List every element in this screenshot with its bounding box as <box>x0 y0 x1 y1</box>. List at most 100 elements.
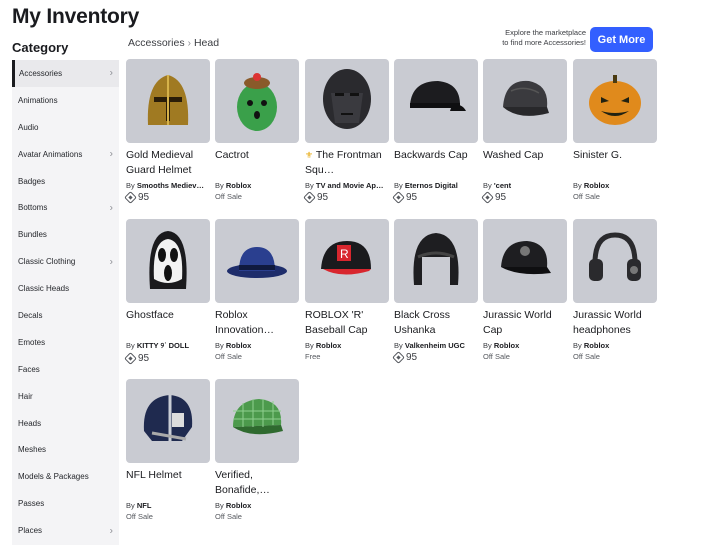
creator-name[interactable]: NFL <box>137 501 152 510</box>
price-value: 95 <box>138 192 150 203</box>
by-label: By <box>215 501 224 510</box>
creator-name[interactable]: 'cent <box>494 181 511 190</box>
item-thumbnail[interactable] <box>305 59 389 143</box>
sidebar-item-places[interactable]: Places › <box>12 517 119 544</box>
sidebar-item-label: Badges <box>18 176 46 186</box>
item-name-text: Backwards Cap <box>394 149 468 161</box>
item-card[interactable]: NFL Helmet By NFL Off Sale <box>126 379 210 521</box>
headphones-icon <box>579 223 651 300</box>
sidebar-item-hair[interactable]: Hair <box>12 383 119 410</box>
item-thumbnail[interactable] <box>394 219 478 303</box>
creator-name[interactable]: Roblox <box>316 341 341 350</box>
sidebar-item-heads[interactable]: Heads <box>12 410 119 437</box>
item-card[interactable]: ⚜ The Frontman Squ… By TV and Movie Ap… 95 <box>303 59 389 204</box>
item-thumbnail[interactable] <box>573 59 657 143</box>
chevron-right-icon: › <box>109 202 113 214</box>
sidebar-item-faces[interactable]: Faces <box>12 356 119 383</box>
item-card[interactable]: Jurassic World headphones By Roblox Off Sa… <box>573 219 657 361</box>
item-name[interactable]: Backwards Cap <box>394 148 478 178</box>
breadcrumb-accessories[interactable]: Accessories <box>128 37 185 49</box>
by-label: By <box>573 341 582 350</box>
item-card[interactable]: R ROBLOX 'R' Baseball Cap By Roblox Free <box>305 219 389 361</box>
item-card[interactable]: Gold Medieval Guard Helmet By Smooths Med… <box>124 59 210 204</box>
item-card[interactable]: Roblox Innovation… By Roblox Off Sale <box>215 219 299 361</box>
item-thumbnail[interactable] <box>483 219 567 303</box>
promo-line-2: to find more Accessories! <box>502 38 586 47</box>
item-name[interactable]: Washed Cap <box>483 148 567 178</box>
backwards-cap-icon <box>400 63 472 140</box>
creator-name[interactable]: Roblox <box>584 341 609 350</box>
sidebar-item-avatar-animations[interactable]: Avatar Animations › <box>12 141 119 168</box>
creator-name[interactable]: TV and Movie Ap… <box>316 181 384 190</box>
sidebar-item-classic-clothing[interactable]: Classic Clothing › <box>12 248 119 275</box>
item-thumbnail[interactable] <box>573 219 657 303</box>
item-thumbnail[interactable] <box>215 219 299 303</box>
sidebar-item-classic-heads[interactable]: Classic Heads <box>12 275 119 302</box>
item-card[interactable]: Washed Cap By 'cent 95 <box>481 59 567 204</box>
creator-name[interactable]: Roblox <box>226 501 251 510</box>
item-creator: By TV and Movie Ap… <box>305 181 389 190</box>
item-name[interactable]: ⚜ The Frontman Squ… <box>305 148 389 178</box>
creator-name[interactable]: Smooths Mediev… <box>137 181 204 190</box>
creator-name[interactable]: Roblox <box>226 181 251 190</box>
get-more-button[interactable]: Get More <box>590 27 653 52</box>
item-name[interactable]: Gold Medieval Guard Helmet <box>126 148 210 178</box>
nfl-helmet-icon <box>132 383 204 460</box>
item-status: Off Sale <box>483 352 510 361</box>
creator-name[interactable]: Roblox <box>584 181 609 190</box>
item-thumbnail[interactable] <box>394 59 478 143</box>
item-thumbnail[interactable] <box>126 219 210 303</box>
item-card[interactable]: Black Cross Ushanka By Valkenheim UGC 95 <box>392 219 478 364</box>
creator-name[interactable]: KITTY ୨ᐝ DOLL <box>137 341 189 350</box>
item-card[interactable]: Sinister G. By Roblox Off Sale <box>573 59 657 201</box>
by-label: By <box>394 181 403 190</box>
item-name[interactable]: Roblox Innovation… <box>215 308 299 338</box>
creator-name[interactable]: Roblox <box>226 341 251 350</box>
sidebar-item-meshes[interactable]: Meshes <box>12 436 119 463</box>
robux-icon <box>392 191 405 204</box>
item-status: Off Sale <box>215 512 242 521</box>
svg-text:R: R <box>340 247 349 261</box>
item-card[interactable]: Ghostface By KITTY ୨ᐝ DOLL 95 <box>124 219 210 365</box>
item-name[interactable]: Jurassic World headphones <box>573 308 657 338</box>
item-card[interactable]: Backwards Cap By Eternos Digital 95 <box>392 59 478 204</box>
sidebar-item-accessories[interactable]: Accessories › <box>12 60 119 87</box>
by-label: By <box>394 341 403 350</box>
sidebar-item-bottoms[interactable]: Bottoms › <box>12 194 119 221</box>
item-name[interactable]: Jurassic World Cap <box>483 308 567 338</box>
item-name[interactable]: NFL Helmet <box>126 468 210 498</box>
sidebar-item-bundles[interactable]: Bundles <box>12 221 119 248</box>
item-thumbnail[interactable] <box>215 59 299 143</box>
sidebar-item-models-packages[interactable]: Models & Packages <box>12 463 119 490</box>
by-label: By <box>305 181 314 190</box>
sidebar-item-decals[interactable]: Decals <box>12 302 119 329</box>
item-thumbnail[interactable] <box>126 59 210 143</box>
page-title: My Inventory <box>12 5 140 28</box>
item-thumbnail[interactable] <box>215 379 299 463</box>
sidebar-item-audio[interactable]: Audio <box>12 114 119 141</box>
item-name[interactable]: Verified, Bonafide,… <box>215 468 299 498</box>
sidebar-item-emotes[interactable]: Emotes <box>12 329 119 356</box>
item-thumbnail[interactable] <box>126 379 210 463</box>
creator-name[interactable]: Valkenheim UGC <box>405 341 465 350</box>
sidebar-item-passes[interactable]: Passes <box>12 490 119 517</box>
price-value: 95 <box>495 192 507 203</box>
item-card[interactable]: Cactrot By Roblox Off Sale <box>215 59 299 201</box>
item-name[interactable]: Black Cross Ushanka <box>394 308 478 338</box>
item-card[interactable]: Jurassic World Cap By Roblox Off Sale <box>483 219 567 361</box>
robux-icon <box>481 191 494 204</box>
sidebar-item-animations[interactable]: Animations <box>12 87 119 114</box>
item-name[interactable]: Sinister G. <box>573 148 657 178</box>
creator-name[interactable]: Roblox <box>494 341 519 350</box>
item-thumbnail[interactable]: R <box>305 219 389 303</box>
by-label: By <box>573 181 582 190</box>
item-thumbnail[interactable] <box>483 59 567 143</box>
item-name[interactable]: ROBLOX 'R' Baseball Cap <box>305 308 389 338</box>
creator-name[interactable]: Eternos Digital <box>405 181 458 190</box>
item-name-text: Roblox Innovation… <box>215 309 274 336</box>
item-name[interactable]: Ghostface <box>126 308 210 338</box>
item-card[interactable]: Verified, Bonafide,… By Roblox Off Sale <box>215 379 299 521</box>
item-name[interactable]: Cactrot <box>215 148 299 178</box>
item-creator: By Smooths Mediev… <box>126 181 210 190</box>
sidebar-item-badges[interactable]: Badges <box>12 168 119 195</box>
